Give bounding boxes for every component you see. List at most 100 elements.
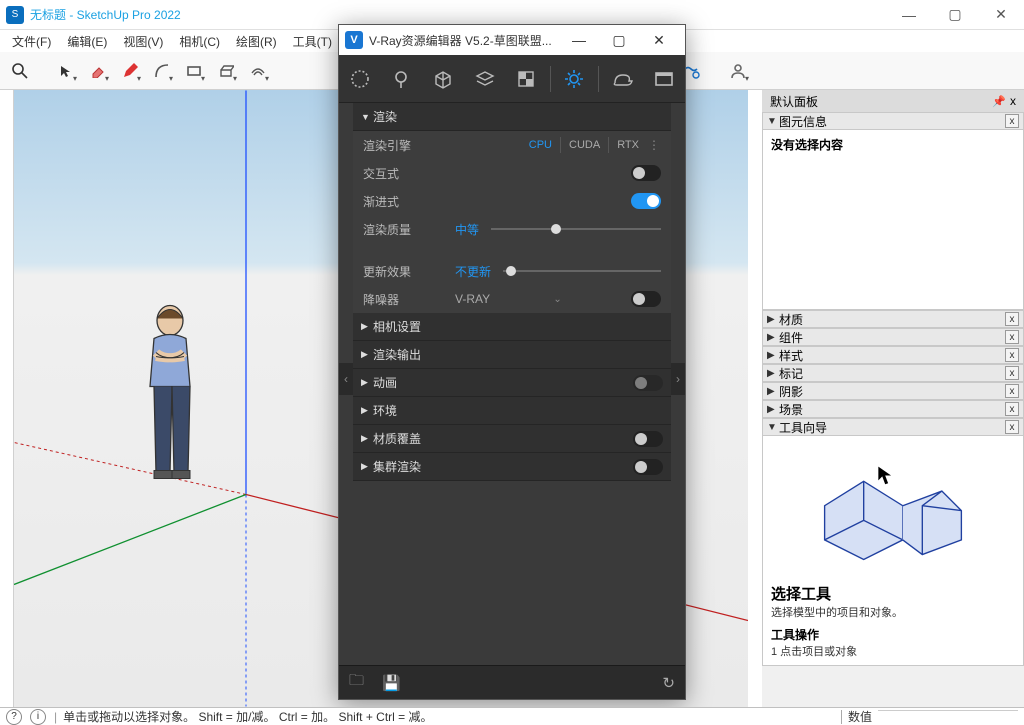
tab-layers-icon[interactable] <box>467 61 503 97</box>
menu-draw[interactable]: 绘图(R) <box>228 31 285 52</box>
tab-lights-icon[interactable] <box>383 61 419 97</box>
panel-close[interactable]: x <box>1005 312 1019 326</box>
panel-materials[interactable]: ▶材质x <box>762 310 1024 328</box>
section-swarm[interactable]: ▶集群渲染 <box>353 453 671 481</box>
panel-close[interactable]: x <box>1005 330 1019 344</box>
app-icon: S <box>6 6 24 24</box>
tab-framebuffer-icon[interactable] <box>646 61 682 97</box>
engine-more-icon[interactable]: ⋮ <box>647 138 661 152</box>
animation-toggle[interactable] <box>633 375 663 391</box>
instructor-label: 工具向导 <box>779 419 827 436</box>
vray-minimize[interactable]: — <box>559 26 599 54</box>
entity-info-body: 没有选择内容 <box>762 130 1024 310</box>
select-tool[interactable] <box>52 57 80 85</box>
vray-collapse-left[interactable]: ‹ <box>339 363 353 395</box>
pushpull-tool[interactable] <box>212 57 240 85</box>
search-icon[interactable] <box>6 57 34 85</box>
denoiser-dropdown-icon[interactable]: ⌄ <box>553 294 561 305</box>
section-camera[interactable]: ▶相机设置 <box>353 313 671 341</box>
measure-input[interactable] <box>878 710 1018 724</box>
panel-close[interactable]: x <box>1005 114 1019 128</box>
vray-close[interactable]: ✕ <box>639 26 679 54</box>
panel-styles[interactable]: ▶样式x <box>762 346 1024 364</box>
folder-icon[interactable]: 🗀 <box>349 670 364 695</box>
arc-tool[interactable] <box>148 57 176 85</box>
interactive-toggle[interactable] <box>631 165 661 181</box>
matoverride-toggle[interactable] <box>633 431 663 447</box>
instructor-desc: 选择模型中的项目和对象。 <box>771 604 1015 620</box>
progressive-toggle[interactable] <box>631 193 661 209</box>
tab-geometry-icon[interactable] <box>425 61 461 97</box>
update-slider[interactable] <box>503 270 661 272</box>
menu-file[interactable]: 文件(F) <box>4 31 59 52</box>
denoiser-value: V-RAY <box>455 292 490 306</box>
scenes-label: 场景 <box>779 401 803 418</box>
section-environment-label: 环境 <box>373 402 397 419</box>
panel-close[interactable]: x <box>1005 366 1019 380</box>
row-quality: 渲染质量 中等 <box>353 215 671 243</box>
quality-slider[interactable] <box>491 228 661 230</box>
save-icon[interactable]: 💾 <box>382 674 401 692</box>
materials-label: 材质 <box>779 311 803 328</box>
instructor-illustration <box>803 452 983 579</box>
panel-components[interactable]: ▶组件x <box>762 328 1024 346</box>
pencil-tool[interactable] <box>116 57 144 85</box>
minimize-button[interactable]: — <box>886 0 932 30</box>
engine-cuda[interactable]: CUDA <box>560 137 608 153</box>
tab-materials-icon[interactable] <box>342 61 378 97</box>
swarm-toggle[interactable] <box>633 459 663 475</box>
interactive-label: 交互式 <box>363 165 455 182</box>
tray-title[interactable]: 默认面板 📌 x <box>762 90 1024 112</box>
section-environment[interactable]: ▶环境 <box>353 397 671 425</box>
panel-close[interactable]: x <box>1005 384 1019 398</box>
engine-cpu[interactable]: CPU <box>521 137 560 153</box>
engine-rtx[interactable]: RTX <box>608 137 647 153</box>
menu-edit[interactable]: 编辑(E) <box>59 31 115 52</box>
vray-titlebar[interactable]: V V-Ray资源编辑器 V5.2-草图联盟... — ▢ ✕ <box>339 25 685 55</box>
section-output[interactable]: ▶渲染输出 <box>353 341 671 369</box>
row-update: 更新效果 不更新 <box>353 257 671 285</box>
section-animation[interactable]: ▶动画 <box>353 369 671 397</box>
tab-settings-icon[interactable] <box>556 61 592 97</box>
styles-label: 样式 <box>779 347 803 364</box>
panel-instructor[interactable]: ▼工具向导x <box>762 418 1024 436</box>
tab-render-icon[interactable] <box>605 61 641 97</box>
pin-icon[interactable]: 📌 <box>992 95 1006 108</box>
quality-value: 中等 <box>455 221 479 238</box>
section-render[interactable]: ▼渲染 <box>353 103 671 131</box>
tray-title-label: 默认面板 <box>770 93 818 110</box>
menu-tools[interactable]: 工具(T) <box>285 31 340 52</box>
eraser-tool[interactable] <box>84 57 112 85</box>
panel-scenes[interactable]: ▶场景x <box>762 400 1024 418</box>
vray-asset-editor[interactable]: V V-Ray资源编辑器 V5.2-草图联盟... — ▢ ✕ ‹ › ▼渲染 … <box>338 24 686 700</box>
tray-close[interactable]: x <box>1010 94 1016 108</box>
row-progressive: 渐进式 <box>353 187 671 215</box>
no-selection-label: 没有选择内容 <box>771 136 1015 153</box>
vray-maximize[interactable]: ▢ <box>599 26 639 54</box>
panel-tags[interactable]: ▶标记x <box>762 364 1024 382</box>
panel-entity-info[interactable]: ▼图元信息x <box>762 112 1024 130</box>
instructor-ops-title: 工具操作 <box>771 626 1015 643</box>
panel-shadows[interactable]: ▶阴影x <box>762 382 1024 400</box>
instructor-body: 选择工具 选择模型中的项目和对象。 工具操作 1 点击项目或对象 <box>762 436 1024 666</box>
tab-textures-icon[interactable] <box>508 61 544 97</box>
panel-close[interactable]: x <box>1005 420 1019 434</box>
offset-tool[interactable] <box>244 57 272 85</box>
profile-icon[interactable] <box>724 57 752 85</box>
maximize-button[interactable]: ▢ <box>932 0 978 30</box>
menu-camera[interactable]: 相机(C) <box>171 31 228 52</box>
close-button[interactable]: ✕ <box>978 0 1024 30</box>
section-matoverride[interactable]: ▶材质覆盖 <box>353 425 671 453</box>
panel-close[interactable]: x <box>1005 402 1019 416</box>
help-icon[interactable]: ? <box>6 709 22 725</box>
refresh-icon[interactable]: ↻ <box>662 674 675 692</box>
window-title: 无标题 - SketchUp Pro 2022 <box>30 6 181 23</box>
vray-collapse-right[interactable]: › <box>671 363 685 395</box>
components-label: 组件 <box>779 329 803 346</box>
vray-body: ‹ › ▼渲染 渲染引擎 CPU CUDA RTX ⋮ 交互式 <box>339 103 685 665</box>
menu-view[interactable]: 视图(V) <box>115 31 171 52</box>
panel-close[interactable]: x <box>1005 348 1019 362</box>
info-icon[interactable]: i <box>30 709 46 725</box>
denoiser-toggle[interactable] <box>631 291 661 307</box>
rectangle-tool[interactable] <box>180 57 208 85</box>
